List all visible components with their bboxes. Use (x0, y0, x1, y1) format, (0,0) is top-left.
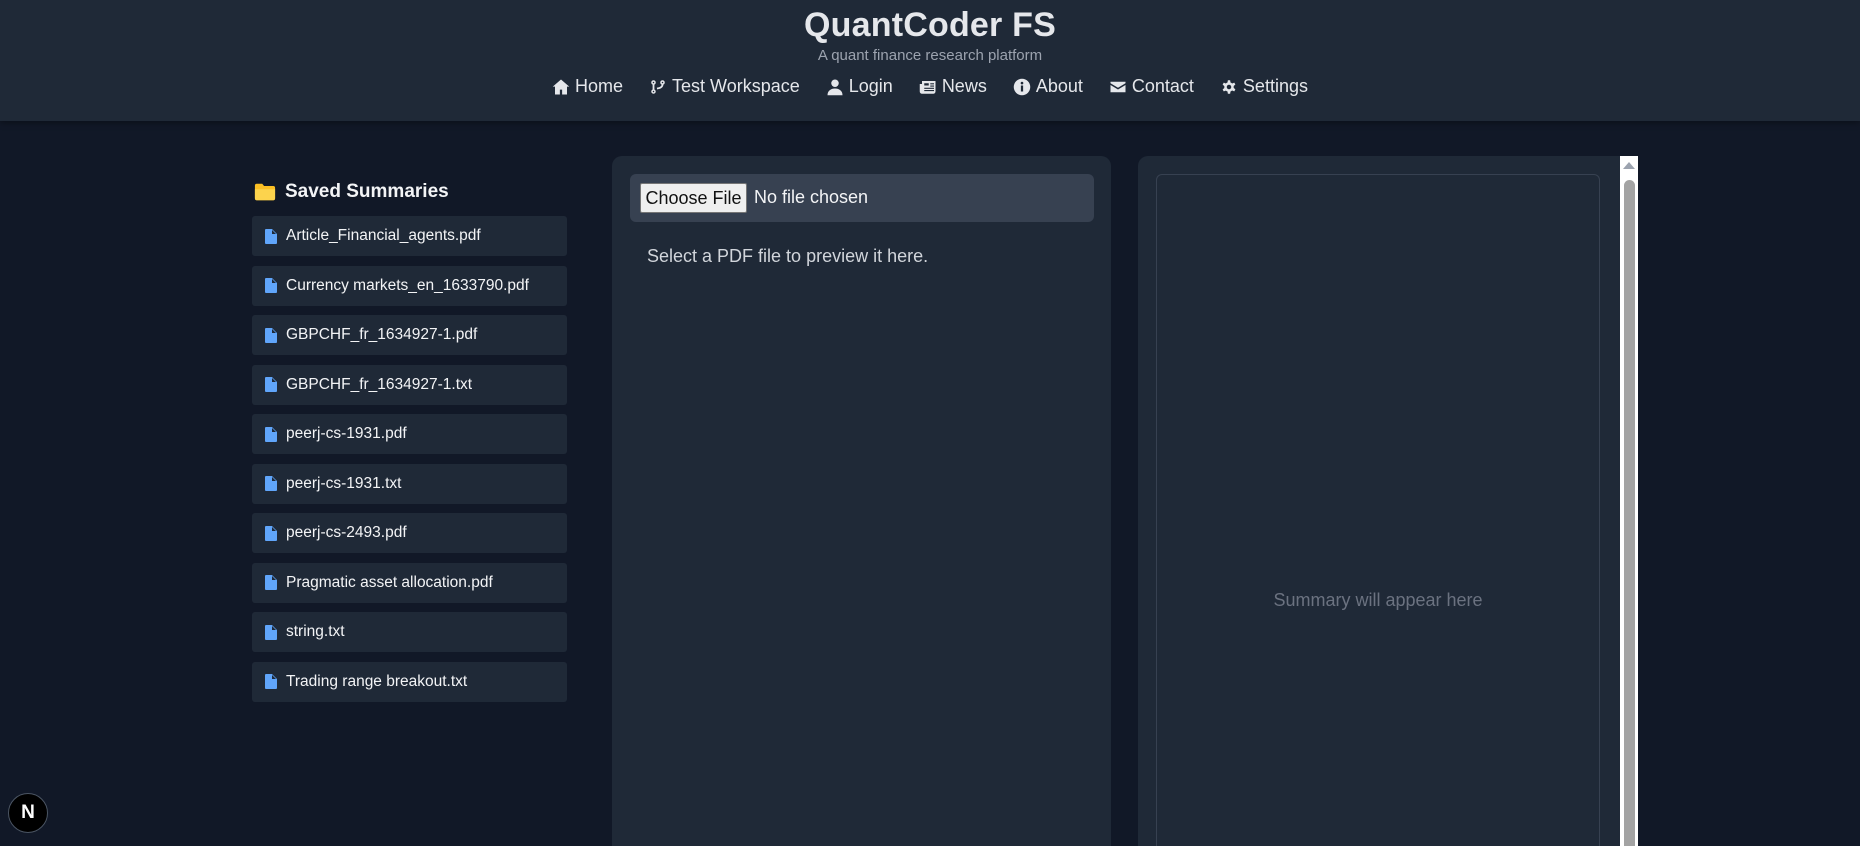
list-item[interactable]: peerj-cs-2493.pdf (252, 513, 567, 553)
nav-settings-label: Settings (1242, 76, 1308, 96)
newspaper-icon (919, 80, 936, 94)
scroll-thumb[interactable] (1624, 180, 1635, 846)
file-name: string.txt (286, 623, 345, 640)
file-icon (265, 327, 277, 343)
nav-about-label: About (1035, 76, 1083, 96)
main-nav: Home Test Workspace Login News About Con… (0, 76, 1860, 97)
app-title: QuantCoder FS (804, 6, 1056, 44)
user-icon (827, 79, 843, 95)
sidebar-title: Saved Summaries (252, 178, 567, 206)
file-name: Article_Financial_agents.pdf (286, 227, 481, 244)
app-subtitle: A quant finance research platform (817, 47, 1043, 64)
list-item[interactable]: peerj-cs-1931.txt (252, 463, 567, 504)
file-name: peerj-cs-1931.pdf (286, 425, 407, 442)
nav-home-label: Home (575, 76, 624, 96)
summary-panel: Summary will appear here (1138, 156, 1638, 846)
saved-summaries-sidebar: Saved Summaries Article_Financial_agents… (252, 178, 567, 711)
list-item[interactable]: peerj-cs-1931.pdf (252, 414, 567, 454)
nav-news[interactable]: News (919, 76, 987, 97)
choose-file-button[interactable]: Choose File (640, 183, 747, 213)
nav-login-label: Login (848, 76, 893, 96)
list-item[interactable]: Article_Financial_agents.pdf (252, 216, 567, 256)
home-icon (552, 79, 570, 94)
file-icon (265, 228, 277, 244)
file-name: peerj-cs-1931.txt (286, 474, 402, 492)
list-item[interactable]: GBPCHF_fr_1634927-1.txt (252, 364, 567, 405)
folder-icon (254, 183, 276, 201)
nav-settings[interactable]: Settings (1220, 76, 1308, 97)
gear-icon (1222, 79, 1236, 94)
nav-about[interactable]: About (1013, 76, 1083, 97)
file-icon (265, 575, 277, 590)
file-name: GBPCHF_fr_1634927-1.pdf (286, 326, 478, 343)
next-dev-badge[interactable]: N (8, 793, 48, 833)
list-item[interactable]: Trading range breakout.txt (252, 661, 567, 702)
summary-placeholder: Summary will appear here (1273, 590, 1483, 610)
summary-output: Summary will appear here (1156, 174, 1600, 846)
nav-login[interactable]: Login (826, 76, 893, 97)
branch-icon (651, 79, 665, 94)
file-name: Currency markets_en_1633790.pdf (286, 276, 529, 294)
file-icon (265, 476, 277, 491)
nav-home[interactable]: Home (552, 76, 623, 97)
file-icon (265, 278, 277, 293)
file-status: No file chosen (754, 187, 869, 207)
list-item[interactable]: Pragmatic asset allocation.pdf (252, 562, 567, 603)
nav-contact[interactable]: Contact (1109, 76, 1194, 97)
preview-hint: Select a PDF file to preview it here. (647, 246, 929, 266)
file-list: Article_Financial_agents.pdf Currency ma… (252, 216, 567, 702)
file-icon (265, 377, 277, 392)
file-name: Pragmatic asset allocation.pdf (286, 573, 493, 591)
scroll-up-icon[interactable] (1623, 162, 1635, 169)
summary-scrollbar[interactable] (1620, 156, 1638, 846)
nav-test-workspace-label: Test Workspace (672, 76, 800, 96)
file-icon (265, 624, 277, 640)
nav-test-workspace[interactable]: Test Workspace (649, 76, 800, 97)
pdf-preview-panel: Choose File No file chosen Select a PDF … (612, 156, 1111, 846)
list-item[interactable]: GBPCHF_fr_1634927-1.pdf (252, 315, 567, 355)
file-name: Trading range breakout.txt (286, 672, 468, 690)
file-name: GBPCHF_fr_1634927-1.txt (286, 375, 473, 393)
info-icon (1013, 78, 1031, 95)
sidebar-title-label: Saved Summaries (285, 181, 449, 202)
file-icon (265, 525, 277, 541)
list-item[interactable]: Currency markets_en_1633790.pdf (252, 265, 567, 306)
list-item[interactable]: string.txt (252, 612, 567, 652)
envelope-icon (1110, 81, 1126, 92)
nav-news-label: News (941, 76, 987, 96)
file-icon (265, 674, 277, 689)
app-header: QuantCoder FS A quant finance research p… (0, 0, 1860, 121)
file-upload-bar: Choose File No file chosen (630, 174, 1094, 222)
file-icon (265, 426, 277, 442)
file-name: peerj-cs-2493.pdf (286, 524, 407, 541)
nav-contact-label: Contact (1131, 76, 1194, 96)
